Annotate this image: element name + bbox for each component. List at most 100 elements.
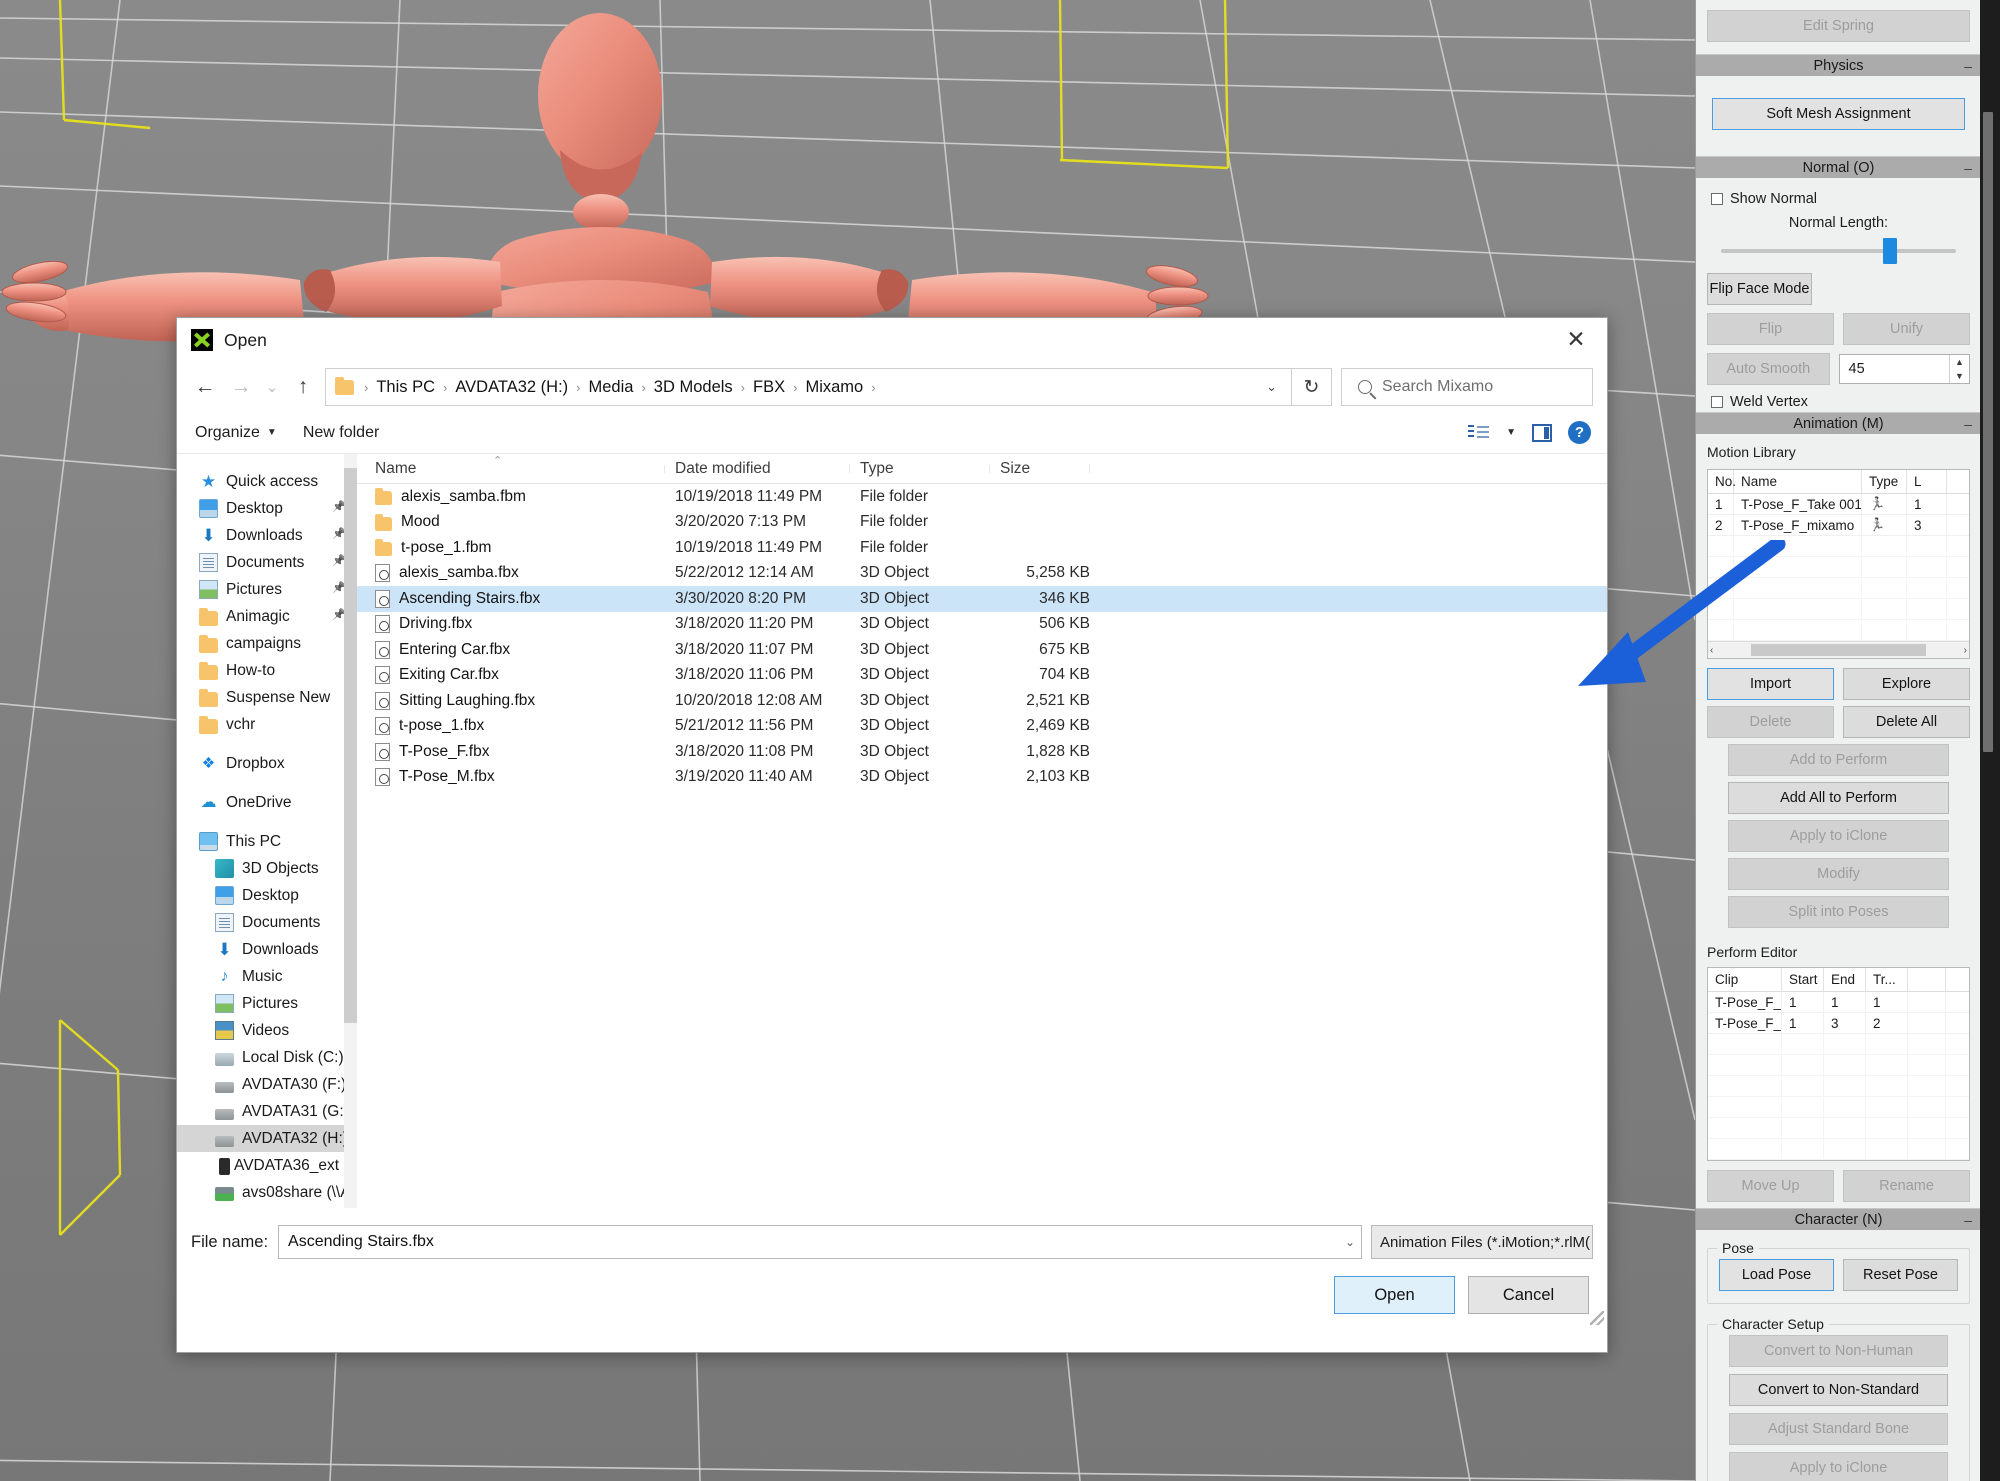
normal-length-slider[interactable]	[1721, 238, 1956, 264]
breadcrumb-item-mixamo[interactable]: Mixamo	[802, 378, 866, 397]
column-header-end[interactable]: End	[1824, 968, 1866, 991]
sidebar-item-desktop[interactable]: Desktop 📌	[177, 495, 357, 522]
sidebar-item-pictures[interactable]: Pictures	[177, 990, 357, 1017]
collapse-icon[interactable]: –	[1964, 1212, 1972, 1228]
sidebar-item-avdata30-f[interactable]: AVDATA30 (F:)	[177, 1071, 357, 1098]
sidebar-item-vchr[interactable]: vchr	[177, 711, 357, 738]
table-row[interactable]: t-pose_1.fbx 5/21/2012 11:56 PM 3D Object 2…	[357, 714, 1607, 740]
column-header-start[interactable]: Start	[1782, 968, 1824, 991]
flip-face-mode-button[interactable]: Flip Face Mode	[1707, 273, 1812, 305]
sidebar-item-suspense-new[interactable]: Suspense New	[177, 684, 357, 711]
sidebar-item-documents[interactable]: Documents 📌	[177, 549, 357, 576]
load-pose-button[interactable]: Load Pose	[1719, 1259, 1834, 1291]
sidebar-item-downloads[interactable]: ⬇ Downloads 📌	[177, 522, 357, 549]
column-header-clip[interactable]: Clip	[1708, 968, 1782, 991]
weld-vertex-checkbox[interactable]: Weld Vertex	[1707, 385, 1970, 412]
pin-icon[interactable]: 📌	[332, 502, 346, 514]
delete-button[interactable]: Delete	[1707, 706, 1834, 738]
pin-icon[interactable]: 📌	[332, 556, 346, 568]
import-button[interactable]: Import	[1707, 668, 1834, 700]
open-button[interactable]: Open	[1334, 1276, 1455, 1314]
sidebar-item-how-to[interactable]: How-to	[177, 657, 357, 684]
edit-spring-button[interactable]: Edit Spring	[1707, 10, 1970, 42]
breadcrumb-item-media[interactable]: Media	[586, 378, 637, 397]
address-bar[interactable]: › This PC › AVDATA32 (H:) › Media › 3D M…	[325, 368, 1292, 406]
soft-mesh-assignment-button[interactable]: Soft Mesh Assignment	[1712, 98, 1965, 130]
apply-to-iclone-button-2[interactable]: Apply to iClone	[1729, 1452, 1948, 1481]
sidebar-item-animagic[interactable]: Animagic 📌	[177, 603, 357, 630]
help-icon[interactable]: ?	[1568, 421, 1591, 444]
rename-button[interactable]: Rename	[1843, 1170, 1970, 1202]
table-row[interactable]: Exiting Car.fbx 3/18/2020 11:06 PM 3D Obje…	[357, 663, 1607, 689]
breadcrumb-item-this-pc[interactable]: This PC	[373, 378, 438, 397]
list-view-icon[interactable]	[1468, 424, 1490, 442]
sidebar-item-avdata31-g[interactable]: AVDATA31 (G:)	[177, 1098, 357, 1125]
table-row[interactable]: Sitting Laughing.fbx 10/20/2018 12:08 AM 3…	[357, 688, 1607, 714]
filename-input[interactable]: Ascending Stairs.fbx ⌄	[278, 1225, 1362, 1259]
sidebar-item-campaigns[interactable]: campaigns	[177, 630, 357, 657]
perform-editor-row[interactable]: T-Pose_F_T...111	[1708, 992, 1969, 1013]
table-row[interactable]: alexis_samba.fbm 10/19/2018 11:49 PM File …	[357, 484, 1607, 510]
scroll-right-icon[interactable]: ›	[1964, 645, 1967, 656]
table-row[interactable]: T-Pose_M.fbx 3/19/2020 11:40 AM 3D Object 2…	[357, 765, 1607, 791]
search-input[interactable]: Search Mixamo	[1341, 368, 1593, 406]
auto-smooth-button[interactable]: Auto Smooth	[1707, 353, 1830, 385]
resize-handle[interactable]	[1590, 1311, 1604, 1325]
close-icon[interactable]: ✕	[1553, 322, 1599, 356]
table-row[interactable]: t-pose_1.fbm 10/19/2018 11:49 PM File fold…	[357, 535, 1607, 561]
perform-editor-table[interactable]: Clip Start End Tr... T-Pose_F_T...111T-P…	[1707, 967, 1970, 1161]
chevron-down-icon[interactable]: ⌄	[1590, 1235, 1592, 1249]
section-header-character[interactable]: Character (N) –	[1696, 1208, 1981, 1230]
smooth-angle-input[interactable]: 45 ▲ ▼	[1838, 354, 1970, 384]
apply-to-iclone-button[interactable]: Apply to iClone	[1728, 820, 1949, 852]
chevron-down-icon[interactable]: ▼	[1506, 427, 1516, 438]
spinner-down-icon[interactable]: ▼	[1950, 369, 1969, 383]
organize-button[interactable]: Organize ▼	[195, 424, 277, 442]
scroll-left-icon[interactable]: ‹	[1710, 645, 1713, 656]
explore-button[interactable]: Explore	[1843, 668, 1970, 700]
flip-button[interactable]: Flip	[1707, 313, 1834, 345]
dialog-titlebar[interactable]: Open ✕	[177, 318, 1607, 362]
modify-button[interactable]: Modify	[1728, 858, 1949, 890]
section-header-normal[interactable]: Normal (O) –	[1696, 156, 1981, 178]
file-list[interactable]: Name ⌃ Date modified Type Size alexis_sa…	[357, 454, 1607, 1208]
column-header-length[interactable]: L	[1907, 470, 1947, 493]
sidebar-item-this-pc[interactable]: This PC	[177, 828, 357, 855]
table-row[interactable]: T-Pose_F.fbx 3/18/2020 11:08 PM 3D Object 1…	[357, 739, 1607, 765]
table-row[interactable]: Driving.fbx 3/18/2020 11:20 PM 3D Object 50…	[357, 612, 1607, 638]
file-type-filter-select[interactable]: Animation Files (*.iMotion;*.rlM( ⌄	[1371, 1225, 1593, 1259]
sidebar-item-music[interactable]: ♪ Music	[177, 963, 357, 990]
column-header-name[interactable]: Name	[1734, 470, 1862, 493]
navigation-sidebar[interactable]: ★ Quick access Desktop 📌 ⬇ Downloads 📌 Document…	[177, 454, 357, 1208]
sidebar-item-desktop[interactable]: Desktop	[177, 882, 357, 909]
forward-button[interactable]: →	[223, 369, 259, 405]
sidebar-scrollbar[interactable]	[344, 454, 357, 1208]
sidebar-item-dropbox[interactable]: ❖ Dropbox	[177, 750, 357, 777]
chevron-down-icon[interactable]: ⌄	[1345, 1235, 1355, 1249]
column-header-no[interactable]: No.	[1708, 470, 1736, 493]
sidebar-item-avdata36-ext-m[interactable]: AVDATA36_ext (M	[177, 1152, 357, 1179]
table-row[interactable]: alexis_samba.fbx 5/22/2012 12:14 AM 3D Obj…	[357, 561, 1607, 587]
split-into-poses-button[interactable]: Split into Poses	[1728, 896, 1949, 928]
sidebar-scroll-thumb[interactable]	[344, 468, 357, 1023]
sidebar-item-avs08share-avs[interactable]: avs08share (\\Avs	[177, 1179, 357, 1206]
adjust-standard-bone-button[interactable]: Adjust Standard Bone	[1729, 1413, 1948, 1445]
table-row[interactable]: Ascending Stairs.fbx 3/30/2020 8:20 PM 3D …	[357, 586, 1607, 612]
unify-button[interactable]: Unify	[1843, 313, 1970, 345]
spinner-arrows[interactable]: ▲ ▼	[1949, 355, 1969, 383]
motion-library-row[interactable]: 1 T-Pose_F_Take 001 🏃 1	[1708, 494, 1969, 515]
cancel-button[interactable]: Cancel	[1468, 1276, 1589, 1314]
breadcrumb-item-avdata32[interactable]: AVDATA32 (H:)	[452, 378, 571, 397]
hscroll-thumb[interactable]	[1751, 644, 1926, 656]
sidebar-item-3d-objects[interactable]: 3D Objects	[177, 855, 357, 882]
pin-icon[interactable]: 📌	[332, 529, 346, 541]
table-row[interactable]: Mood 3/20/2020 7:13 PM File folder	[357, 510, 1607, 536]
pin-icon[interactable]: 📌	[332, 610, 346, 622]
back-button[interactable]: ←	[187, 369, 223, 405]
collapse-icon[interactable]: –	[1964, 160, 1972, 176]
right-properties-panel[interactable]: Edit Spring Physics – Soft Mesh Assignme…	[1695, 0, 2000, 1481]
convert-to-non-standard-button[interactable]: Convert to Non-Standard	[1729, 1374, 1948, 1406]
sidebar-item-quick-access[interactable]: ★ Quick access	[177, 468, 357, 495]
pin-icon[interactable]: 📌	[332, 583, 346, 595]
table-row[interactable]: Entering Car.fbx 3/18/2020 11:07 PM 3D Obj…	[357, 637, 1607, 663]
